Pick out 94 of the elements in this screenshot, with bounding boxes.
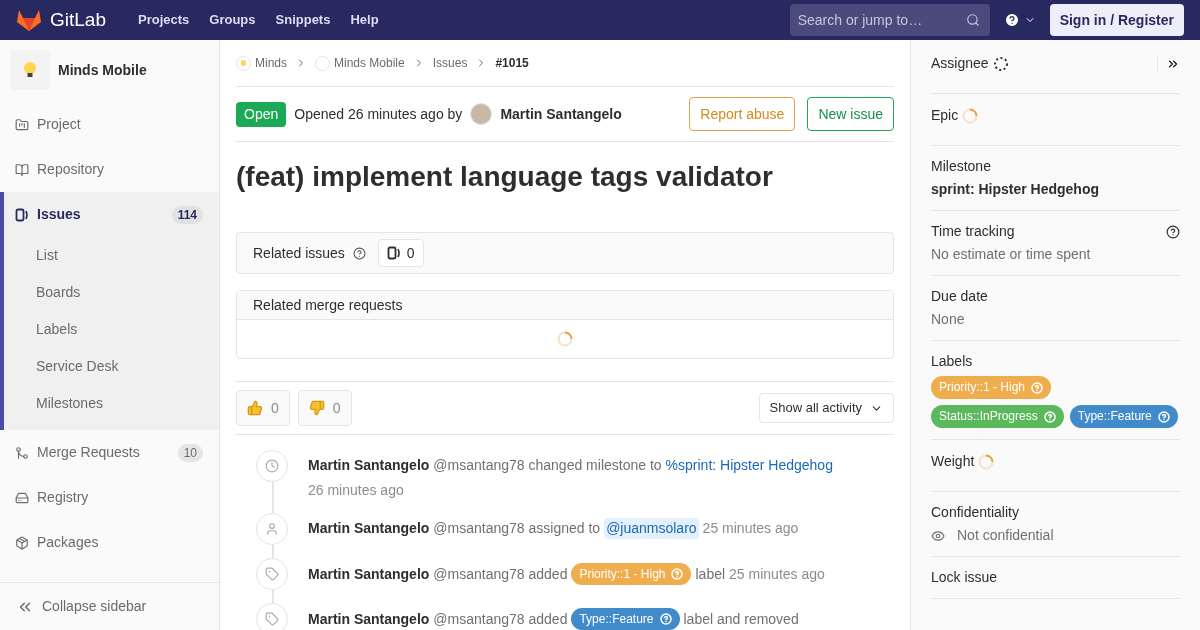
loading-icon <box>978 453 995 470</box>
help-icon <box>659 613 672 625</box>
sidebar-subitem[interactable]: Service Desk <box>4 348 219 385</box>
author-avatar <box>470 103 493 125</box>
breadcrumb-link[interactable]: Issues <box>432 54 468 72</box>
help-icon <box>352 246 366 260</box>
related-issues-title: Related issues <box>253 243 345 263</box>
issues-icon <box>386 246 401 260</box>
help-icon <box>1157 410 1170 423</box>
section-value: Not confidential <box>957 526 1054 545</box>
nav-link[interactable]: Groups <box>209 10 256 30</box>
sidebar-subitem[interactable]: Labels <box>4 311 219 348</box>
section-title: Confidentiality <box>931 503 1019 522</box>
activity-text: @msantang78 added <box>433 609 568 629</box>
section-title: Lock issue <box>931 568 998 587</box>
author-link[interactable]: Martin Santangelo <box>308 455 430 476</box>
section-title: Assignee <box>931 54 989 73</box>
issue-title: (feat) implement language tags validator <box>236 160 774 194</box>
section-title: Due date <box>931 287 988 306</box>
issue-count-badge: 0 <box>377 239 424 267</box>
status-badge: Open <box>236 101 287 127</box>
lightbulb-icon <box>23 61 37 79</box>
count-badge: 114 <box>171 205 203 224</box>
sign-in-button[interactable]: Sign in / Register <box>1049 4 1184 36</box>
opened-text: Opened 26 minutes ago by <box>294 104 463 124</box>
new-issue-button[interactable]: New issue <box>807 97 894 131</box>
brand-name: GitLab <box>50 7 106 32</box>
help-icon <box>1166 224 1180 239</box>
activity-text: @msantang78 changed milestone to <box>433 456 662 475</box>
user-mention[interactable]: @juanmsolaro <box>604 518 699 539</box>
eye-icon <box>931 528 945 543</box>
section-title: Milestone <box>931 157 991 176</box>
section-title: Labels <box>931 352 973 371</box>
section-title: Epic <box>931 106 959 125</box>
timestamp: 25 minutes ago <box>702 519 799 538</box>
search-field[interactable]: Search or jump to… <box>789 4 990 36</box>
project-name: Minds Mobile <box>58 60 147 80</box>
nav-link[interactable]: Help <box>350 10 379 30</box>
thumbs-up-button[interactable]: 0 <box>236 390 290 426</box>
tag-icon <box>265 567 279 581</box>
activity-text: label <box>695 564 726 584</box>
sidebar-subitem[interactable]: Milestones <box>4 385 219 422</box>
loading-icon <box>557 331 573 347</box>
activity-text: label and removed <box>683 609 799 629</box>
section-value: No estimate or time spent <box>931 245 1091 264</box>
sidebar-item[interactable]: Packages <box>4 520 219 565</box>
timestamp: 25 minutes ago <box>729 564 825 584</box>
label-badge[interactable]: Type::Feature <box>571 608 680 630</box>
section-title: Weight <box>931 452 975 471</box>
label-badge[interactable]: Type::Feature <box>1069 405 1178 428</box>
group-avatar <box>236 55 251 71</box>
sidebar-item[interactable]: Issues 114 <box>4 192 219 237</box>
thumbs-down-button[interactable]: 0 <box>297 390 352 426</box>
tag-icon <box>265 612 279 626</box>
sidebar-item[interactable]: Project <box>4 102 219 147</box>
breadcrumb-link[interactable]: Minds <box>255 54 287 72</box>
sidebar-item[interactable]: Merge Requests 10 <box>4 430 219 475</box>
thumbs-up-icon <box>247 400 263 416</box>
breadcrumb-link[interactable]: Minds Mobile <box>334 54 405 72</box>
section-value: None <box>931 310 965 329</box>
count-badge: 10 <box>177 443 203 462</box>
help-dropdown[interactable] <box>1003 12 1036 28</box>
sidebar-item[interactable]: Repository <box>4 147 219 192</box>
sidebar-subitem[interactable]: List <box>4 237 219 274</box>
help-icon <box>1043 410 1056 423</box>
loading-icon <box>962 107 979 124</box>
activity-filter-dropdown[interactable]: Show all activity <box>758 393 894 423</box>
timestamp: 26 minutes ago <box>308 481 404 500</box>
help-icon <box>671 568 684 580</box>
nav-link[interactable]: Projects <box>138 10 190 30</box>
related-merge-requests-title: Related merge requests <box>253 295 403 315</box>
milestone-link[interactable]: %sprint: Hipster Hedgehog <box>665 455 833 476</box>
help-icon <box>1003 12 1020 28</box>
author-link[interactable]: Martin Santangelo <box>500 103 622 125</box>
collapse-button[interactable] <box>1157 56 1180 71</box>
activity-text: @msantang78 assigned to <box>433 519 601 538</box>
search-icon <box>965 13 980 27</box>
milestone-value: sprint: Hipster Hedgehog <box>931 180 1099 199</box>
fox-logo-icon <box>16 8 42 32</box>
section-title: Time tracking <box>931 222 1015 241</box>
activity-text: @msantang78 added <box>433 564 568 584</box>
sidebar-subitem[interactable]: Boards <box>4 274 219 311</box>
thumbs-down-icon <box>308 400 325 416</box>
author-link[interactable]: Martin Santangelo <box>308 518 430 539</box>
person-icon <box>265 522 279 536</box>
breadcrumb-link[interactable]: #1015 <box>495 54 529 72</box>
sidebar-item[interactable]: Registry <box>4 475 219 520</box>
author-link[interactable]: Martin Santangelo <box>308 563 430 585</box>
report-abuse-button[interactable]: Report abuse <box>689 97 796 131</box>
author-link[interactable]: Martin Santangelo <box>308 608 430 630</box>
nav-link[interactable]: Snippets <box>275 10 331 30</box>
help-icon <box>1031 381 1044 394</box>
issues-icon <box>15 207 29 222</box>
loading-icon <box>992 55 1009 72</box>
